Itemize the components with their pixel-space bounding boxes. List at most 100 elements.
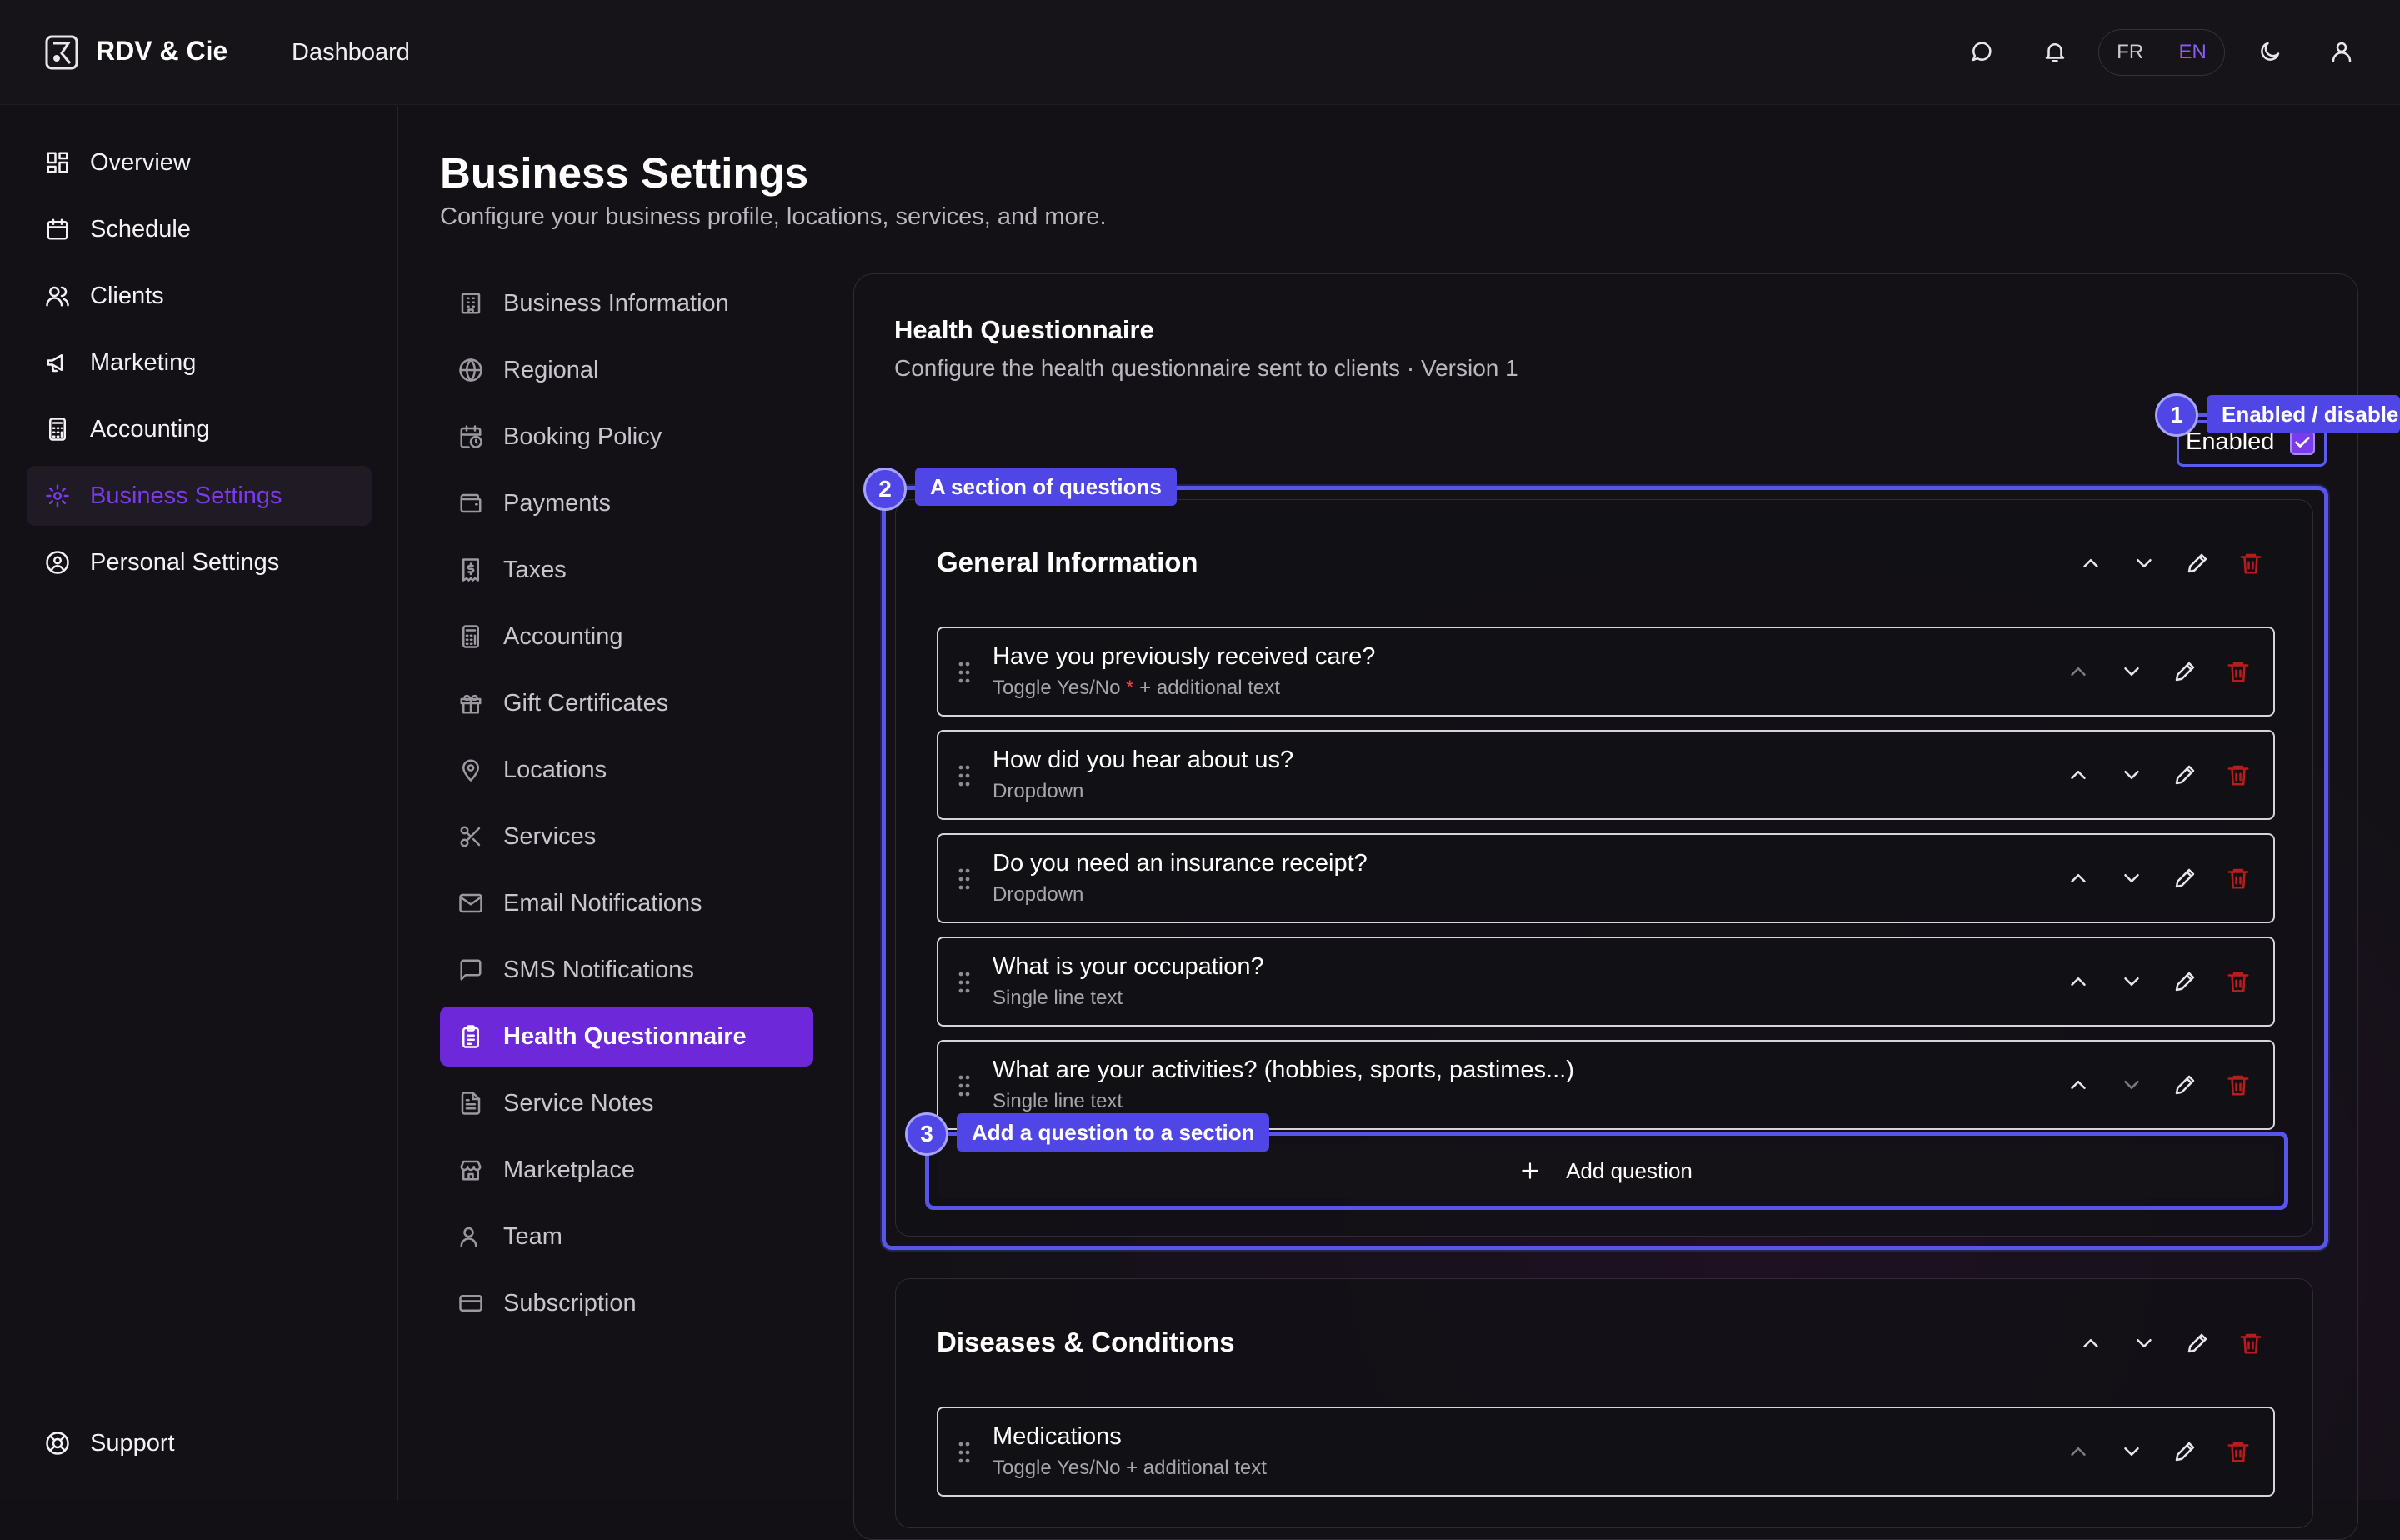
drag-handle-icon[interactable] — [957, 1440, 972, 1465]
settings-item-services[interactable]: Services — [440, 807, 813, 867]
sidebar-item-personal-settings[interactable]: Personal Settings — [27, 532, 372, 592]
enabled-checkbox[interactable] — [2290, 430, 2315, 455]
settings-item-regional[interactable]: Regional — [440, 340, 813, 400]
section-move-down-button[interactable] — [2128, 1327, 2161, 1360]
callout-number: 2 — [863, 468, 907, 511]
section-edit-button[interactable] — [2181, 1327, 2214, 1360]
add-question-label: Add question — [1566, 1158, 1692, 1183]
lang-fr[interactable]: FR — [2117, 41, 2143, 64]
question-row[interactable]: Medications Toggle Yes/No + additional t… — [937, 1407, 2275, 1497]
settings-item-business-information[interactable]: Business Information — [440, 273, 813, 333]
grid-icon — [47, 152, 68, 173]
chevron-up-icon — [2071, 1081, 2086, 1089]
question-move-down-button[interactable] — [2115, 1435, 2148, 1468]
settings-item-service-notes[interactable]: Service Notes — [440, 1073, 813, 1133]
sidebar-item-marketing[interactable]: Marketing — [27, 332, 372, 392]
drag-handle-icon[interactable] — [957, 1073, 972, 1098]
section-move-up-button[interactable] — [2074, 547, 2108, 580]
notifications-button[interactable] — [2038, 35, 2072, 68]
question-move-down-button[interactable] — [2115, 862, 2148, 895]
question-row[interactable]: What is your occupation? Single line tex… — [937, 937, 2275, 1027]
settings-item-locations[interactable]: Locations — [440, 740, 813, 800]
question-move-down-button[interactable] — [2115, 965, 2148, 998]
question-edit-button[interactable] — [2168, 1435, 2202, 1468]
question-move-up-button[interactable] — [2062, 1068, 2095, 1102]
settings-item-gift-certificates[interactable]: Gift Certificates — [440, 673, 813, 733]
chat-button[interactable] — [1965, 35, 1998, 68]
question-move-down-button[interactable] — [2115, 655, 2148, 688]
drag-handle-icon[interactable] — [957, 660, 972, 685]
chevron-down-icon — [2124, 668, 2139, 676]
question-title: Medications — [992, 1423, 1122, 1450]
question-move-up-button[interactable] — [2062, 862, 2095, 895]
question-move-down-button[interactable] — [2115, 1068, 2148, 1102]
question-row[interactable]: Do you need an insurance receipt? Dropdo… — [937, 833, 2275, 923]
pencil-icon — [2175, 1075, 2195, 1095]
sidebar-divider — [27, 1397, 372, 1398]
section-move-down-button[interactable] — [2128, 547, 2161, 580]
question-move-up-button[interactable] — [2062, 965, 2095, 998]
question-move-up-button[interactable] — [2062, 758, 2095, 792]
question-row[interactable]: Have you previously received care? Toggl… — [937, 627, 2275, 717]
question-delete-button[interactable] — [2222, 655, 2255, 688]
settings-item-marketplace[interactable]: Marketplace — [440, 1140, 813, 1200]
sidebar-item-accounting[interactable]: Accounting — [27, 399, 372, 459]
trash-icon — [2240, 1333, 2262, 1354]
settings-item-booking-policy[interactable]: Booking Policy — [440, 407, 813, 467]
language-switcher[interactable]: FR EN — [2098, 29, 2225, 76]
sidebar-item-business-settings[interactable]: Business Settings — [27, 466, 372, 526]
section-delete-button[interactable] — [2234, 1327, 2268, 1360]
settings-item-accounting[interactable]: Accounting — [440, 607, 813, 667]
settings-item-health-questionnaire[interactable]: Health Questionnaire — [440, 1007, 813, 1067]
section-delete-button[interactable] — [2234, 547, 2268, 580]
app-name[interactable]: RDV & Cie — [96, 36, 228, 67]
logo-icon[interactable] — [43, 33, 82, 72]
settings-item-label: Accounting — [503, 622, 623, 650]
question-move-up-button[interactable] — [2062, 1435, 2095, 1468]
sidebar-item-overview[interactable]: Overview — [27, 132, 372, 192]
pencil-icon — [2175, 662, 2195, 682]
user-menu-button[interactable] — [2325, 35, 2358, 68]
question-edit-button[interactable] — [2168, 655, 2202, 688]
clipboard-icon — [462, 1025, 479, 1048]
sidebar-item-label: Accounting — [90, 415, 210, 442]
settings-item-team[interactable]: Team — [440, 1207, 813, 1267]
question-edit-button[interactable] — [2168, 862, 2202, 895]
breadcrumb-dashboard[interactable]: Dashboard — [292, 39, 410, 67]
sidebar-item-label: Schedule — [90, 215, 191, 242]
sidebar-item-clients[interactable]: Clients — [27, 266, 372, 326]
drag-handle-icon[interactable] — [957, 763, 972, 788]
question-delete-button[interactable] — [2222, 1435, 2255, 1468]
question-edit-button[interactable] — [2168, 758, 2202, 792]
scissors-icon — [460, 826, 481, 848]
sidebar-item-support[interactable]: Support — [27, 1413, 372, 1473]
settings-item-label: Gift Certificates — [503, 689, 669, 717]
question-row[interactable]: How did you hear about us? Dropdown — [937, 730, 2275, 820]
question-edit-button[interactable] — [2168, 1068, 2202, 1102]
trash-icon — [2228, 662, 2249, 682]
question-type: Single line text — [992, 1090, 1123, 1112]
sidebar-item-schedule[interactable]: Schedule — [27, 199, 372, 259]
question-move-down-button[interactable] — [2115, 758, 2148, 792]
pencil-icon — [2175, 868, 2195, 888]
card-subtitle: Configure the health questionnaire sent … — [894, 355, 1518, 381]
section-edit-button[interactable] — [2181, 547, 2214, 580]
lang-en[interactable]: EN — [2178, 41, 2206, 64]
question-delete-button[interactable] — [2222, 862, 2255, 895]
calculator-icon — [49, 418, 66, 441]
drag-handle-icon[interactable] — [957, 970, 972, 995]
question-delete-button[interactable] — [2222, 1068, 2255, 1102]
settings-item-taxes[interactable]: Taxes — [440, 540, 813, 600]
settings-item-sms-notifications[interactable]: SMS Notifications — [440, 940, 813, 1000]
question-delete-button[interactable] — [2222, 965, 2255, 998]
question-move-up-button[interactable] — [2062, 655, 2095, 688]
user-circle-icon — [46, 551, 69, 574]
drag-handle-icon[interactable] — [957, 867, 972, 892]
settings-item-payments[interactable]: Payments — [440, 473, 813, 533]
settings-item-email-notifications[interactable]: Email Notifications — [440, 873, 813, 933]
question-edit-button[interactable] — [2168, 965, 2202, 998]
section-move-up-button[interactable] — [2074, 1327, 2108, 1360]
theme-toggle-button[interactable] — [2253, 35, 2287, 68]
settings-item-subscription[interactable]: Subscription — [440, 1273, 813, 1333]
question-delete-button[interactable] — [2222, 758, 2255, 792]
